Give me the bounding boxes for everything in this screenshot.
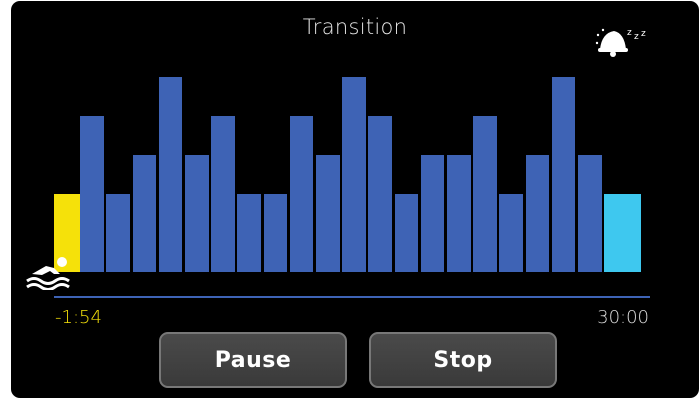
intensity-bar: [158, 77, 183, 272]
intensity-bar: [263, 194, 288, 272]
elapsed-time: -1:54: [55, 307, 102, 328]
intensity-bar: [211, 116, 235, 272]
intensity-bar-chart: [11, 1, 699, 398]
swimmer-icon: [26, 257, 70, 290]
intensity-bar: [447, 155, 471, 272]
intensity-bar: [289, 116, 314, 272]
intensity-bar: [499, 194, 523, 272]
stop-button[interactable]: Stop: [369, 332, 557, 388]
device-screen: Transition z z z -1:54 30:00 Pause Stop: [11, 1, 699, 398]
intensity-bar: [237, 194, 261, 272]
intensity-bar: [342, 77, 366, 272]
intensity-bar: [132, 155, 157, 272]
pause-button[interactable]: Pause: [159, 332, 347, 388]
intensity-bar: [394, 194, 419, 272]
intensity-bar: [525, 155, 550, 272]
intensity-bar: [578, 155, 602, 272]
intensity-bar: [551, 77, 576, 272]
intensity-bar: [368, 116, 392, 272]
intensity-bar: [80, 116, 104, 272]
intensity-bar: [316, 155, 340, 272]
total-time: 30:00: [597, 307, 649, 328]
timeline-line: [54, 296, 650, 298]
intensity-bar: [604, 194, 642, 272]
intensity-bar: [473, 116, 497, 272]
intensity-bar: [185, 155, 209, 272]
intensity-bar: [106, 194, 130, 272]
intensity-bar: [420, 155, 445, 272]
